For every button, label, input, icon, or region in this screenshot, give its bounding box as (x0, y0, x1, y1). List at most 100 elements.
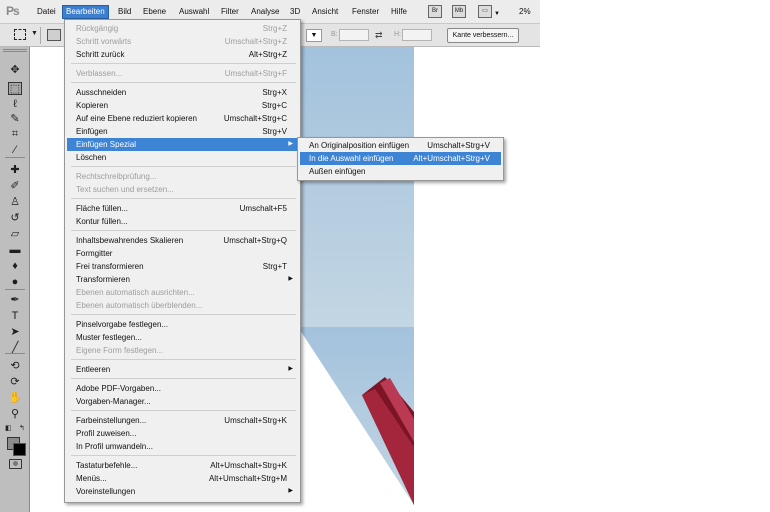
type-tool-icon[interactable]: T (8, 310, 22, 323)
menu-item-flache-fullen[interactable]: Fläche füllen... Umschalt+F5 (67, 202, 298, 215)
menu-item-label: Text suchen und ersetzen... (76, 185, 174, 194)
menu-item-menus[interactable]: Menüs... Alt+Umschalt+Strg+M (67, 472, 298, 485)
menu-item-kontur-fullen[interactable]: Kontur füllen... (67, 215, 298, 228)
brush-tool-icon[interactable]: ✐ (8, 180, 22, 193)
eyedropper-tool-icon[interactable]: ⁄ (8, 144, 22, 157)
menu-item-voreinstellungen[interactable]: Voreinstellungen ▶ (67, 485, 298, 498)
menu-item-ausschneiden[interactable]: Ausschneiden Strg+X (67, 86, 298, 99)
menu-item-an-originalposition-einfugen[interactable]: An Originalposition einfügen Umschalt+Str… (300, 139, 501, 152)
menu-item-label: Formgitter (76, 249, 113, 258)
menu-fenster[interactable]: Fenster (352, 6, 379, 18)
menu-item-in-profil-umwandeln[interactable]: In Profil umwandeln... (67, 440, 298, 453)
menu-item-profil-zuweisen[interactable]: Profil zuweisen... (67, 427, 298, 440)
rect-marquee-tool-icon[interactable]: ⬚ (8, 82, 22, 95)
dodge-tool-icon[interactable]: ● (8, 276, 22, 289)
menu-separator (71, 359, 296, 360)
height-field[interactable] (402, 29, 432, 41)
menu-item-entleeren[interactable]: Entleeren ▶ (67, 363, 298, 376)
lasso-tool-icon[interactable]: ℓ (8, 98, 22, 111)
spot-healing-tool-icon[interactable]: ✚ (8, 164, 22, 177)
marquee-preset-icon[interactable] (14, 29, 26, 40)
zoom-level[interactable]: 2% (519, 6, 531, 18)
swap-colors-icon[interactable]: ↰ (19, 424, 25, 432)
menu-hilfe[interactable]: Hilfe (391, 6, 407, 18)
mini-bridge-icon[interactable]: Mb (452, 5, 466, 18)
menu-item-pinselvorgabe-festlegen[interactable]: Pinselvorgabe festlegen... (67, 318, 298, 331)
hand-tool-icon[interactable]: ✋ (8, 392, 22, 405)
history-brush-tool-icon[interactable]: ↺ (8, 212, 22, 225)
chevron-down-icon[interactable]: ▼ (494, 8, 500, 20)
menu-item-shortcut: Strg+X (262, 88, 287, 97)
menu-item-label: Kontur füllen... (76, 217, 128, 226)
menu-item-schritt-zuruck[interactable]: Schritt zurück Alt+Strg+Z (67, 48, 298, 61)
menu-ebene[interactable]: Ebene (143, 6, 166, 18)
menu-item-shortcut: Strg+V (262, 127, 287, 136)
path-selection-tool-icon[interactable]: ➤ (8, 326, 22, 339)
menu-item-frei-transformieren[interactable]: Frei transformieren Strg+T (67, 260, 298, 273)
crop-tool-icon[interactable]: ⌗ (8, 128, 22, 141)
menu-bearbeiten[interactable]: Bearbeiten (62, 5, 109, 19)
menu-auswahl[interactable]: Auswahl (179, 6, 209, 18)
background-color-swatch[interactable] (13, 443, 26, 456)
screen-mode-icon[interactable]: ▭ (478, 5, 492, 18)
menu-item-formgitter[interactable]: Formgitter (67, 247, 298, 260)
pen-tool-icon[interactable]: ✒ (8, 294, 22, 307)
clone-stamp-tool-icon[interactable]: ♙ (8, 196, 22, 209)
3d-rotate-tool-icon[interactable]: ⟲ (8, 360, 22, 373)
menu-item-kopieren[interactable]: Kopieren Strg+C (67, 99, 298, 112)
menu-item-ruckgangig: Rückgängig Strg+Z (67, 22, 298, 35)
bridge-icon[interactable]: Br (428, 5, 442, 18)
selection-mode-icon[interactable] (47, 29, 61, 41)
menu-item-auf-eine-ebene-reduziert-kopieren[interactable]: Auf eine Ebene reduziert kopieren Umschal… (67, 112, 298, 125)
menu-item-muster-festlegen[interactable]: Muster festlegen... (67, 331, 298, 344)
menu-ansicht[interactable]: Ansicht (312, 6, 338, 18)
menu-item-shortcut: Strg+T (262, 262, 287, 271)
menu-item-ebenen-automatisch-uberblenden: Ebenen automatisch überblenden... (67, 299, 298, 312)
menu-item-label: In Profil umwandeln... (76, 442, 153, 451)
menu-item-farbeinstellungen[interactable]: Farbeinstellungen... Umschalt+Strg+K (67, 414, 298, 427)
eraser-tool-icon[interactable]: ▱ (8, 228, 22, 241)
gradient-tool-icon[interactable]: ▬ (8, 244, 22, 257)
menu-item-shortcut: Umschalt+Strg+Z (224, 37, 287, 46)
menu-item-transformieren[interactable]: Transformieren ▶ (67, 273, 298, 286)
menu-item-loschen[interactable]: Löschen (67, 151, 298, 164)
menu-item-tastaturbefehle[interactable]: Tastaturbefehle... Alt+Umschalt+Strg+K (67, 459, 298, 472)
move-tool-icon[interactable]: ✥ (8, 64, 22, 77)
menu-item-verblassen: Verblassen... Umschalt+Strg+F (67, 67, 298, 80)
menu-item-in-die-auswahl-einfugen[interactable]: In die Auswahl einfügen Alt+Umschalt+Strg… (300, 152, 501, 165)
quick-selection-tool-icon[interactable]: ✎ (8, 113, 22, 126)
style-dropdown-arrow[interactable]: ▼ (306, 29, 322, 42)
tool-group-divider (5, 157, 25, 158)
width-field[interactable] (339, 29, 369, 41)
menu-3d[interactable]: 3D (290, 6, 300, 18)
menu-item-shortcut: Strg+C (261, 101, 287, 110)
menu-item-label: Löschen (76, 153, 107, 162)
3d-orbit-tool-icon[interactable]: ⟳ (8, 376, 22, 389)
default-colors-icon[interactable]: ◧ (5, 424, 12, 432)
chevron-down-icon[interactable]: ▼ (31, 30, 38, 37)
menu-item-shortcut: Alt+Umschalt+Strg+M (208, 474, 287, 483)
menu-item-inhaltsbewahrendes-skalieren[interactable]: Inhaltsbewahrendes Skalieren Umschalt+Str… (67, 234, 298, 247)
swap-dimensions-icon[interactable]: ⇄ (375, 30, 383, 41)
refine-edge-button[interactable]: Kante verbessern... (447, 28, 519, 43)
panel-grip[interactable] (3, 49, 27, 52)
quick-mask-icon[interactable] (9, 459, 22, 469)
menu-filter[interactable]: Filter (221, 6, 239, 18)
blur-tool-icon[interactable]: ♦ (8, 260, 22, 273)
menu-item-vorgaben-manager[interactable]: Vorgaben-Manager... (67, 395, 298, 408)
menu-item-shortcut: Umschalt+Strg+Q (223, 236, 287, 245)
menu-item-adobe-pdf-vorgaben[interactable]: Adobe PDF-Vorgaben... (67, 382, 298, 395)
menu-item-label: Profil zuweisen... (76, 429, 137, 438)
options-divider (40, 27, 41, 44)
menu-item-label: Auf eine Ebene reduziert kopieren (76, 114, 197, 123)
zoom-tool-icon[interactable]: ⚲ (8, 408, 22, 421)
menu-separator (71, 410, 296, 411)
tool-group-divider (5, 289, 25, 290)
menu-datei[interactable]: Datei (37, 6, 56, 18)
menu-item-einfugen[interactable]: Einfügen Strg+V (67, 125, 298, 138)
menu-analyse[interactable]: Analyse (251, 6, 279, 18)
menu-item-einfugen-spezial[interactable]: Einfügen Spezial ▶ (67, 138, 298, 151)
menu-item-aussen-einfugen[interactable]: Außen einfügen (300, 165, 501, 178)
menu-bild[interactable]: Bild (118, 6, 131, 18)
menu-item-text-suchen-und-ersetzen: Text suchen und ersetzen... (67, 183, 298, 196)
